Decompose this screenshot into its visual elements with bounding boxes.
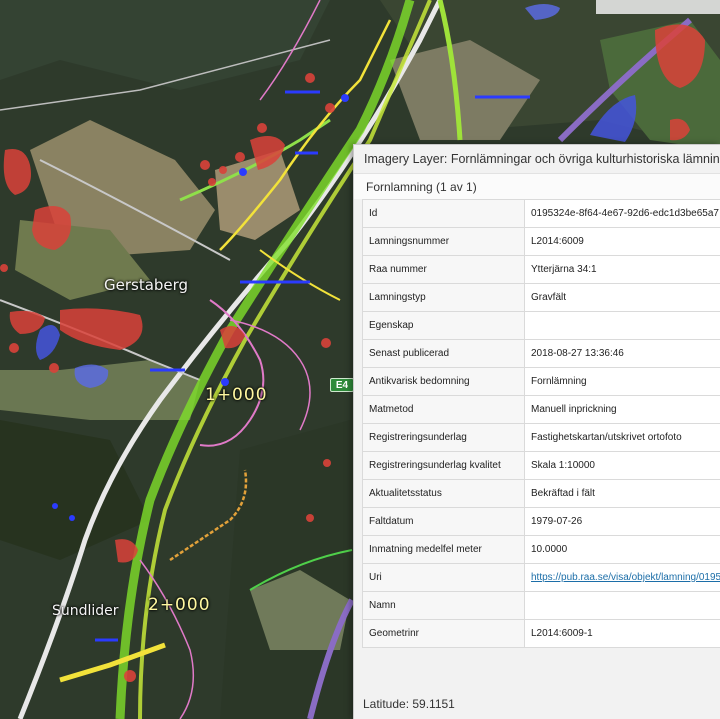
attribute-value: Ytterjärna 34:1	[524, 255, 720, 284]
attribute-value: 10.0000	[524, 535, 720, 564]
map-toolbar-edge[interactable]	[596, 0, 720, 14]
attribute-key: Aktualitetsstatus	[362, 479, 525, 508]
attribute-key: Antikvarisk bedomning	[362, 367, 525, 396]
attribute-row: Id 0195324e-8f64-4e67-92d6-edc1d3be65a7	[362, 199, 720, 228]
attribute-table: Id 0195324e-8f64-4e67-92d6-edc1d3be65a7 La…	[362, 199, 720, 648]
attribute-key: Lamningstyp	[362, 283, 525, 312]
attribute-row: Matmetod Manuell inprickning	[362, 395, 720, 424]
attribute-key: Registreringsunderlag kvalitet	[362, 451, 525, 480]
attribute-key: Raa nummer	[362, 255, 525, 284]
attribute-row: Senast publicerad 2018-08-27 13:36:46	[362, 339, 720, 368]
attribute-key: Lamningsnummer	[362, 227, 525, 256]
attribute-key: Inmatning medelfel meter	[362, 535, 525, 564]
attribute-value: L2014:6009	[524, 227, 720, 256]
attribute-row: Raa nummer Ytterjärna 34:1	[362, 255, 720, 284]
place-label-gerstaberg: Gerstaberg	[104, 276, 189, 294]
attribute-row: Egenskap	[362, 311, 720, 340]
attribute-key: Uri	[362, 563, 525, 592]
attribute-value: Manuell inprickning	[524, 395, 720, 424]
attribute-row: Faltdatum 1979-07-26	[362, 507, 720, 536]
attribute-value	[524, 311, 720, 340]
attribute-key: Matmetod	[362, 395, 525, 424]
attribute-key: Namn	[362, 591, 525, 620]
attribute-row: Geometrinr L2014:6009-1	[362, 619, 720, 648]
attribute-row: Registreringsunderlag kvalitet Skala 1:10…	[362, 451, 720, 480]
attribute-value: 0195324e-8f64-4e67-92d6-edc1d3be65a7	[524, 199, 720, 228]
attribute-value: 2018-08-27 13:36:46	[524, 339, 720, 368]
attribute-value: Fastighetskartan/utskrivet ortofoto	[524, 423, 720, 452]
attribute-value: L2014:6009-1	[524, 619, 720, 648]
attribute-value: https://pub.raa.se/visa/objekt/lamning/0…	[524, 563, 720, 592]
attribute-key: Egenskap	[362, 311, 525, 340]
attribute-key: Id	[362, 199, 525, 228]
attribute-value: Gravfält	[524, 283, 720, 312]
attribute-value: Bekräftad i fält	[524, 479, 720, 508]
attribute-row: Antikvarisk bedomning Fornlämning	[362, 367, 720, 396]
chainage-label: 2+000	[148, 595, 211, 615]
attribute-row: Lamningstyp Gravfält	[362, 283, 720, 312]
attribute-value: 1979-07-26	[524, 507, 720, 536]
attribute-key: Geometrinr	[362, 619, 525, 648]
attribute-value: Skala 1:10000	[524, 451, 720, 480]
chainage-label: 1+000	[205, 385, 268, 405]
popup-title: Imagery Layer: Fornlämningar och övriga …	[354, 145, 720, 173]
attribute-row: Lamningsnummer L2014:6009	[362, 227, 720, 256]
attribute-row: Uri https://pub.raa.se/visa/objekt/lamnin…	[362, 563, 720, 592]
attribute-row: Aktualitetsstatus Bekräftad i fält	[362, 479, 720, 508]
popup-feature-counter: Fornlamning (1 av 1)	[354, 173, 720, 199]
attribute-row: Namn	[362, 591, 720, 620]
attribute-value: Fornlämning	[524, 367, 720, 396]
attribute-row: Inmatning medelfel meter 10.0000	[362, 535, 720, 564]
place-label-sundlider: Sundlider	[52, 603, 119, 619]
attribute-key: Senast publicerad	[362, 339, 525, 368]
attribute-row: Registreringsunderlag Fastighetskartan/ut…	[362, 423, 720, 452]
attribute-link[interactable]: https://pub.raa.se/visa/objekt/lamning/0…	[531, 572, 720, 583]
attribute-value	[524, 591, 720, 620]
attribute-key: Registreringsunderlag	[362, 423, 525, 452]
identify-popup: Imagery Layer: Fornlämningar och övriga …	[353, 144, 720, 719]
latitude-readout: Latitude: 59.1151	[363, 697, 455, 711]
road-shield-e4: E4	[330, 378, 354, 392]
attribute-key: Faltdatum	[362, 507, 525, 536]
